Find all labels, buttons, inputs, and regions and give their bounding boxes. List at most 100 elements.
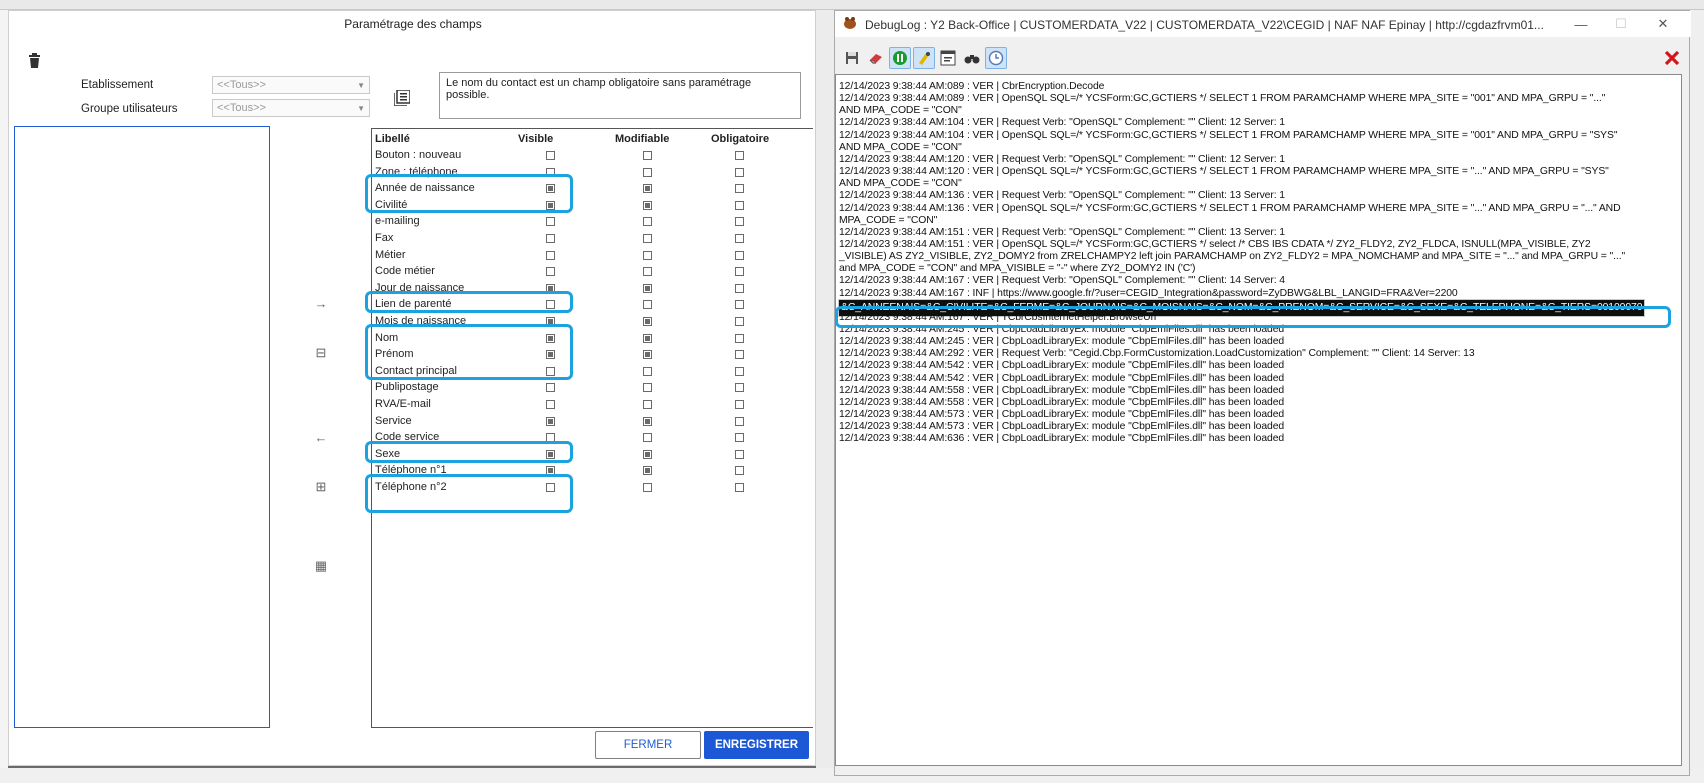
log-line[interactable]: AND MPA_CODE = "CON" xyxy=(839,104,962,117)
table-row[interactable]: Bouton : nouveau xyxy=(372,147,814,165)
highlight-pen-icon[interactable] xyxy=(913,47,935,69)
arrow-left-icon[interactable]: ← xyxy=(309,425,333,449)
obligatoire-checkbox[interactable] xyxy=(735,466,744,476)
obligatoire-checkbox[interactable] xyxy=(735,366,744,376)
save-button[interactable]: ENREGISTRER xyxy=(704,731,809,759)
move-out-icon[interactable]: ⊞ xyxy=(309,475,333,499)
modifiable-checkbox[interactable] xyxy=(643,366,652,376)
obligatoire-checkbox[interactable] xyxy=(735,350,744,360)
obligatoire-checkbox[interactable] xyxy=(735,317,744,326)
log-line[interactable]: 12/14/2023 9:38:44 AM:120 : VER | Reques… xyxy=(839,153,1285,166)
modifiable-checkbox[interactable] xyxy=(643,283,652,293)
table-row[interactable]: Métier xyxy=(372,247,814,265)
clear-log-icon[interactable] xyxy=(1661,47,1683,69)
table-row[interactable]: Service xyxy=(372,413,814,431)
modifiable-checkbox[interactable] xyxy=(643,151,652,160)
obligatoire-checkbox[interactable] xyxy=(735,300,744,310)
close-button[interactable]: FERMER xyxy=(595,731,701,759)
visible-checkbox[interactable] xyxy=(546,400,555,409)
modifiable-checkbox[interactable] xyxy=(643,267,652,277)
table-row[interactable]: Code métier xyxy=(372,263,814,281)
log-line[interactable]: AND MPA_CODE = "CON" xyxy=(839,177,962,190)
log-line[interactable]: 12/14/2023 9:38:44 AM:089 : VER | CbrEnc… xyxy=(839,80,1104,93)
clock-icon[interactable] xyxy=(985,47,1007,69)
obligatoire-checkbox[interactable] xyxy=(735,267,744,277)
log-line[interactable]: 12/14/2023 9:38:44 AM:136 : VER | OpenSQ… xyxy=(839,202,1621,215)
obligatoire-checkbox[interactable] xyxy=(735,217,744,227)
obligatoire-checkbox[interactable] xyxy=(735,383,744,393)
binoculars-icon[interactable] xyxy=(961,47,983,69)
modifiable-checkbox[interactable] xyxy=(643,333,652,343)
close-icon[interactable]: ✕ xyxy=(1643,14,1683,34)
log-line[interactable]: 12/14/2023 9:38:44 AM:167 : INF | https:… xyxy=(839,287,1458,300)
log-line[interactable]: 12/14/2023 9:38:44 AM:089 : VER | OpenSQ… xyxy=(839,92,1605,105)
table-row[interactable]: RVA/E-mail xyxy=(372,396,814,414)
obligatoire-checkbox[interactable] xyxy=(735,234,744,243)
calculator-icon[interactable]: ▦ xyxy=(309,554,333,578)
table-row[interactable]: Fax xyxy=(372,230,814,248)
obligatoire-checkbox[interactable] xyxy=(735,449,744,459)
visible-checkbox[interactable] xyxy=(546,416,555,426)
log-output[interactable]: 12/14/2023 9:38:44 AM:089 : VER | CbrEnc… xyxy=(835,74,1682,766)
move-in-icon[interactable]: ⊟ xyxy=(309,341,333,365)
modifiable-checkbox[interactable] xyxy=(643,416,652,426)
log-line[interactable]: 12/14/2023 9:38:44 AM:292 : VER | Reques… xyxy=(839,347,1475,360)
table-row[interactable]: e-mailing xyxy=(372,213,814,231)
eraser-icon[interactable] xyxy=(865,47,887,69)
log-line[interactable]: 12/14/2023 9:38:44 AM:558 : VER | CbpLoa… xyxy=(839,396,1284,409)
obligatoire-checkbox[interactable] xyxy=(735,200,744,210)
save-icon[interactable] xyxy=(841,47,863,69)
modifiable-checkbox[interactable] xyxy=(643,184,652,194)
obligatoire-checkbox[interactable] xyxy=(735,433,744,443)
modifiable-checkbox[interactable] xyxy=(643,317,652,326)
available-fields-list[interactable] xyxy=(14,126,270,728)
obligatoire-checkbox[interactable] xyxy=(735,184,744,194)
log-line[interactable]: 12/14/2023 9:38:44 AM:636 : VER | CbpLoa… xyxy=(839,432,1284,445)
visible-checkbox[interactable] xyxy=(546,383,555,393)
log-line[interactable]: 12/14/2023 9:38:44 AM:245 : VER | CbpLoa… xyxy=(839,335,1284,348)
log-line[interactable]: 12/14/2023 9:38:44 AM:151 : VER | OpenSQ… xyxy=(839,238,1591,251)
log-line[interactable]: 12/14/2023 9:38:44 AM:120 : VER | OpenSQ… xyxy=(839,165,1609,178)
log-line[interactable]: 12/14/2023 9:38:44 AM:167 : VER | Reques… xyxy=(839,274,1285,287)
log-line[interactable]: 12/14/2023 9:38:44 AM:558 : VER | CbpLoa… xyxy=(839,384,1284,397)
obligatoire-checkbox[interactable] xyxy=(735,483,744,492)
modifiable-checkbox[interactable] xyxy=(643,466,652,476)
visible-checkbox[interactable] xyxy=(546,234,555,243)
visible-checkbox[interactable] xyxy=(546,250,555,260)
visible-checkbox[interactable] xyxy=(546,267,555,277)
log-line[interactable]: 12/14/2023 9:38:44 AM:573 : VER | CbpLoa… xyxy=(839,408,1284,421)
obligatoire-checkbox[interactable] xyxy=(735,167,744,177)
obligatoire-checkbox[interactable] xyxy=(735,283,744,293)
modifiable-checkbox[interactable] xyxy=(643,383,652,393)
visible-checkbox[interactable] xyxy=(546,151,555,160)
minimize-icon[interactable]: — xyxy=(1561,14,1601,34)
log-line[interactable]: AND MPA_CODE = "CON" xyxy=(839,141,962,154)
modifiable-checkbox[interactable] xyxy=(643,483,652,492)
arrow-right-icon[interactable]: → xyxy=(309,291,333,315)
modifiable-checkbox[interactable] xyxy=(643,350,652,360)
trash-icon[interactable] xyxy=(21,47,47,73)
log-line[interactable]: and MPA_CODE = "CON" and MPA_VISIBLE = "… xyxy=(839,262,1195,275)
obligatoire-checkbox[interactable] xyxy=(735,416,744,426)
modifiable-checkbox[interactable] xyxy=(643,400,652,409)
obligatoire-checkbox[interactable] xyxy=(735,333,744,343)
modifiable-checkbox[interactable] xyxy=(643,433,652,443)
modifiable-checkbox[interactable] xyxy=(643,250,652,260)
modifiable-checkbox[interactable] xyxy=(643,300,652,310)
obligatoire-checkbox[interactable] xyxy=(735,400,744,409)
modifiable-checkbox[interactable] xyxy=(643,217,652,227)
log-line[interactable]: 12/14/2023 9:38:44 AM:151 : VER | Reques… xyxy=(839,226,1285,239)
etablissement-select[interactable]: <<Tous>> ▼ xyxy=(212,76,370,94)
table-row[interactable]: Publipostage xyxy=(372,379,814,397)
log-line[interactable]: 12/14/2023 9:38:44 AM:542 : VER | CbpLoa… xyxy=(839,359,1284,372)
log-line[interactable]: 12/14/2023 9:38:44 AM:573 : VER | CbpLoa… xyxy=(839,420,1284,433)
log-line[interactable]: _VISIBLE) AS ZY2_VISIBLE, ZY2_DOMY2 from… xyxy=(839,250,1625,263)
log-line[interactable]: MPA_CODE = "CON" xyxy=(839,214,937,227)
obligatoire-checkbox[interactable] xyxy=(735,151,744,160)
modifiable-checkbox[interactable] xyxy=(643,200,652,210)
log-line[interactable]: 12/14/2023 9:38:44 AM:136 : VER | Reques… xyxy=(839,189,1285,202)
log-line[interactable]: 12/14/2023 9:38:44 AM:104 : VER | OpenSQ… xyxy=(839,129,1618,142)
maximize-icon[interactable]: ☐ xyxy=(1601,14,1641,34)
log-line[interactable]: 12/14/2023 9:38:44 AM:542 : VER | CbpLoa… xyxy=(839,372,1284,385)
log-line[interactable]: 12/14/2023 9:38:44 AM:104 : VER | Reques… xyxy=(839,116,1285,129)
